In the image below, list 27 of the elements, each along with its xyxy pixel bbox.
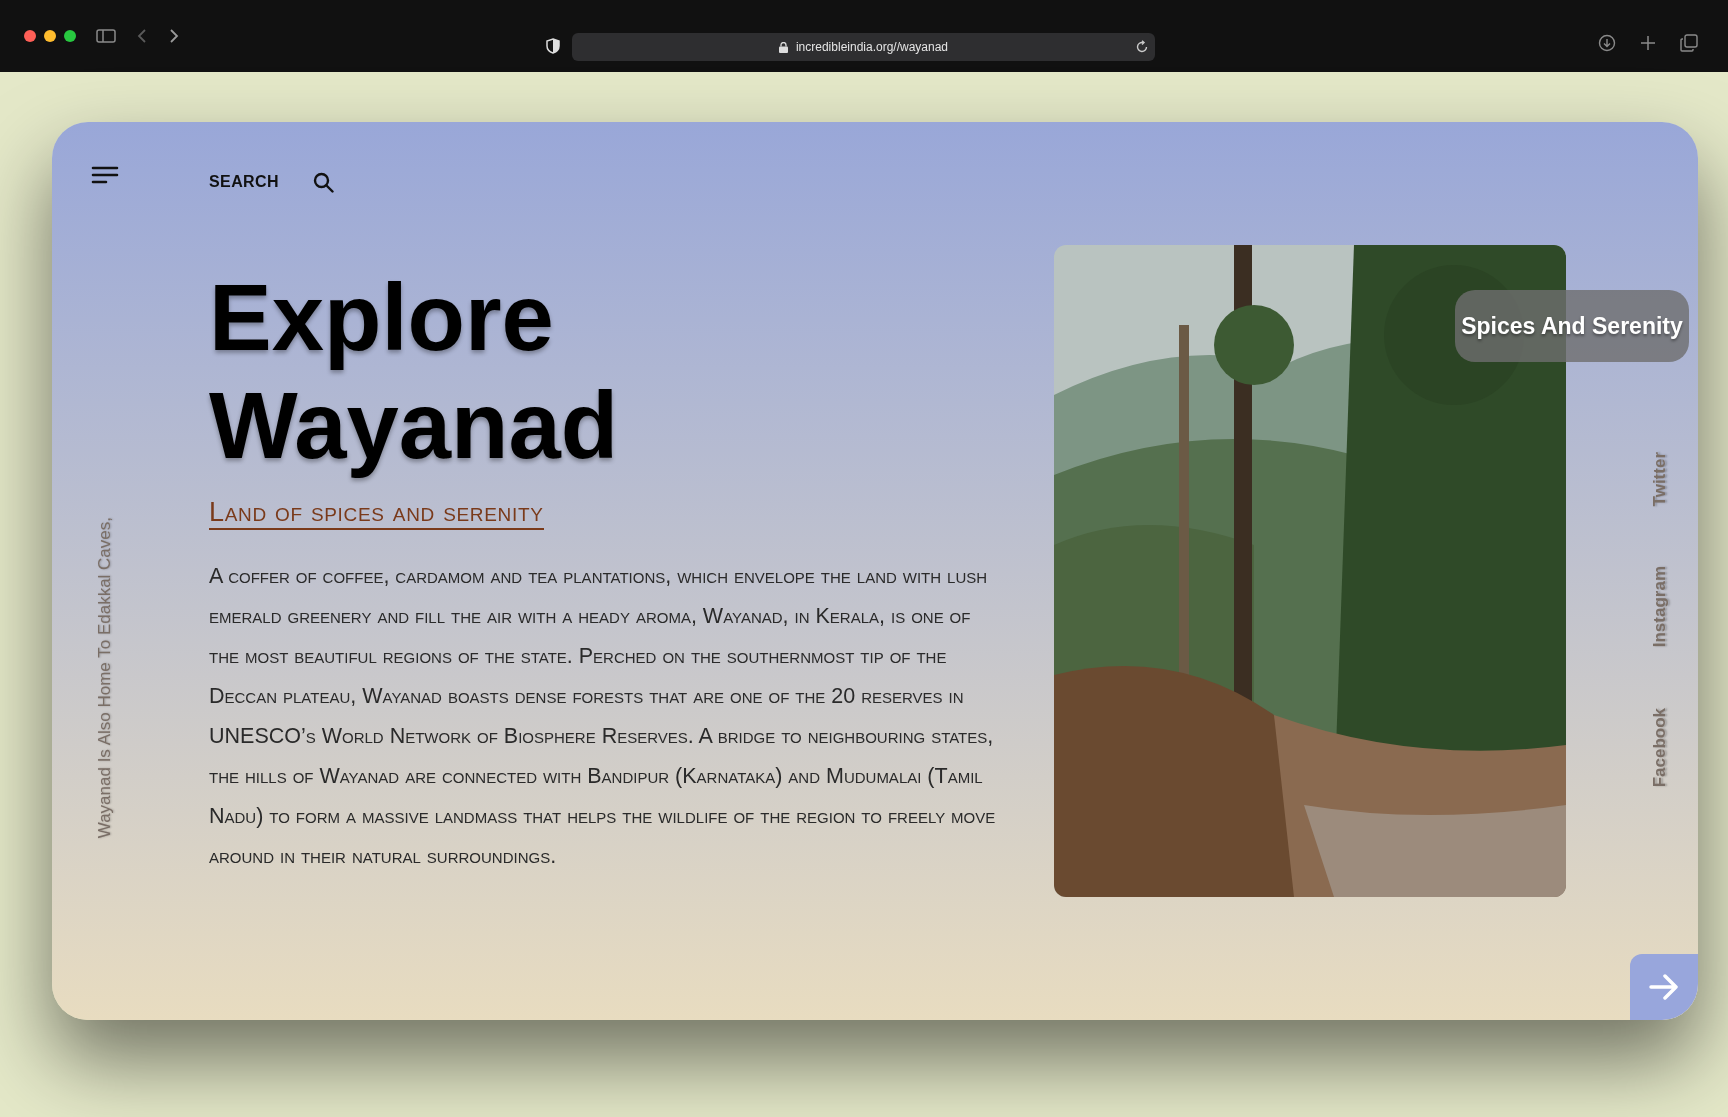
- page-heading: Explore: [209, 264, 555, 372]
- address-bar[interactable]: incredibleindia.org//wayanad: [572, 33, 1155, 61]
- description-paragraph: A coffer of coffee, cardamom and tea plantations, which envelope the land with lush emerald greenery and fill the air with a heady aroma, Wayanad, in Kerala, is one of the most beautiful regions of the state. Perched on the southernmost tip of the Deccan plateau, Wayanad boasts dense forests that are one of the 20 reserves in UNESCO’s World Network of Biosphere Reserves. A bridge to neighbouring states, the hills of Wayanad are connected with Bandipur (Karnataka) and Mudumalai (Tamil Nadu) to form a massive landmass that helps the wildlife of the region to freely move around in their natural surroundings.: [209, 562, 997, 870]
- sidebar-icon[interactable]: [96, 28, 116, 44]
- page-heading: Wayanad: [209, 372, 620, 480]
- close-window-button[interactable]: [24, 30, 36, 42]
- tabs-overview-icon[interactable]: [1680, 34, 1698, 52]
- search-icon[interactable]: [312, 171, 334, 193]
- social-link[interactable]: Twitter: [1646, 452, 1672, 507]
- url-text: incredibleindia.org//wayanad: [795, 39, 949, 56]
- vertical-caption: Wayanad Is Also Home To Edakkal Caves,: [93, 517, 115, 839]
- subtitle-link[interactable]: Land of spices and serenity: [209, 498, 544, 530]
- lock-icon: [778, 41, 788, 53]
- arrow-right-icon: [1649, 974, 1679, 1000]
- menu-icon[interactable]: [90, 166, 119, 186]
- forward-icon[interactable]: [168, 28, 180, 44]
- shield-icon[interactable]: [545, 38, 561, 54]
- download-icon[interactable]: [1598, 34, 1616, 52]
- search-link[interactable]: SEARCH: [209, 170, 279, 194]
- back-icon[interactable]: [136, 28, 148, 44]
- minimize-window-button[interactable]: [44, 30, 56, 42]
- new-tab-icon[interactable]: [1640, 35, 1656, 51]
- reload-icon[interactable]: [1135, 40, 1149, 54]
- social-link[interactable]: Facebook: [1646, 707, 1672, 788]
- maximize-window-button[interactable]: [64, 30, 76, 42]
- photo-caption-badge: Spices And Serenity: [1455, 290, 1689, 362]
- social-link[interactable]: Instagram: [1646, 566, 1672, 648]
